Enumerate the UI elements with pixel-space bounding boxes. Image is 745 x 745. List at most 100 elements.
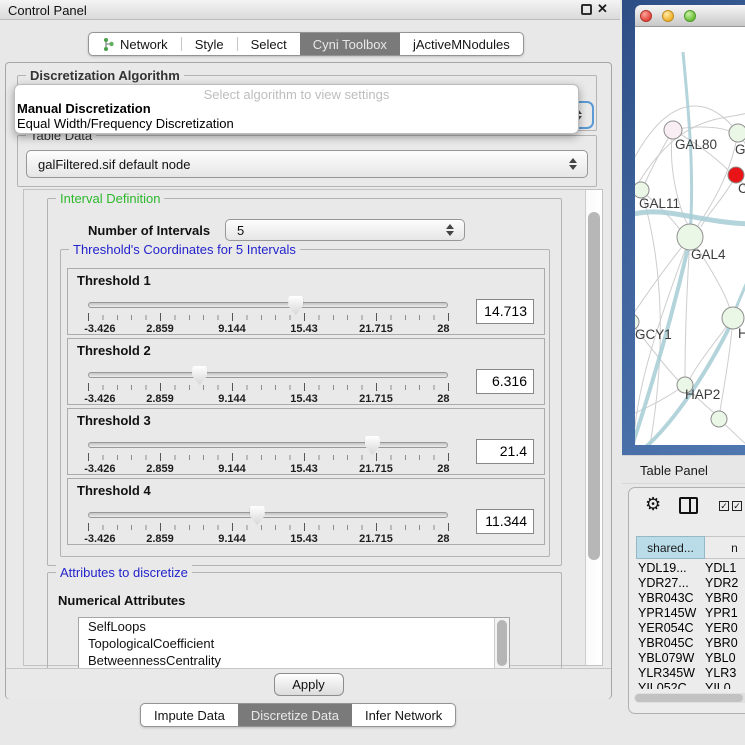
table-cell-shared-name[interactable]: YBR045C xyxy=(636,636,704,651)
threshold-slider[interactable]: -3.4262.8599.14415.4321.71528 xyxy=(88,505,448,545)
tab-impute-data[interactable]: Impute Data xyxy=(141,704,238,726)
thresholds-group-label: Threshold's Coordinates for 5 Intervals xyxy=(69,242,300,257)
slider-handle[interactable] xyxy=(365,436,380,455)
slider-tick-label: 9.144 xyxy=(218,323,246,335)
table-row[interactable]: YLR345WYLR3 xyxy=(636,666,745,681)
tab-jactivemnodules-label: jActiveMNodules xyxy=(413,37,510,52)
checkbox-icon[interactable]: ✓ xyxy=(732,501,742,511)
threshold-value-field[interactable]: 6.316 xyxy=(476,369,534,394)
slider-tick-label: 15.43 xyxy=(290,323,318,335)
slider-major-tick xyxy=(88,523,89,531)
mac-minimize-icon[interactable] xyxy=(662,10,674,22)
threshold-value-field[interactable]: 14.713 xyxy=(476,299,534,324)
tab-infer-network[interactable]: Infer Network xyxy=(352,704,455,726)
column-header-shared[interactable]: shared... xyxy=(636,536,705,559)
tab-jactivemnodules[interactable]: jActiveMNodules xyxy=(400,33,523,55)
table-row[interactable]: YIL052CYIL0 xyxy=(636,681,745,689)
slider-track[interactable] xyxy=(88,442,448,448)
table-cell-shared-name[interactable]: YDR27... xyxy=(636,576,704,591)
tab-select-label: Select xyxy=(251,37,287,52)
table-cell-name[interactable]: YDL1 xyxy=(704,561,745,576)
table-data-combo[interactable]: galFiltered.sif default node xyxy=(26,150,588,178)
mac-zoom-icon[interactable] xyxy=(684,10,696,22)
tab-style[interactable]: Style xyxy=(182,33,237,55)
table-row[interactable]: YBR045CYBR0 xyxy=(636,636,745,651)
slider-major-tick xyxy=(448,383,449,391)
tab-cyni-toolbox[interactable]: Cyni Toolbox xyxy=(300,33,400,55)
network-canvas[interactable]: GAL80GCGAL11GAL4GCY1HHAP2 xyxy=(635,27,745,445)
attribute-list-item[interactable]: SelfLoops xyxy=(79,618,509,635)
tab-select[interactable]: Select xyxy=(238,33,300,55)
tab-discretize-data[interactable]: Discretize Data xyxy=(238,704,352,726)
tab-impute-data-label: Impute Data xyxy=(154,708,225,723)
table-cell-name[interactable]: YLR3 xyxy=(704,666,745,681)
table-cell-shared-name[interactable]: YIL052C xyxy=(636,681,704,689)
numerical-attributes-list[interactable]: SelfLoopsTopologicalCoefficientBetweenne… xyxy=(78,617,510,669)
table-cell-shared-name[interactable]: YPR145W xyxy=(636,606,704,621)
threshold-value-field[interactable]: 21.4 xyxy=(476,439,534,464)
table-cell-name[interactable]: YPR1 xyxy=(704,606,745,621)
menu-item-equal-width-frequency[interactable]: Equal Width/Frequency Discretization xyxy=(15,116,578,131)
slider-major-tick xyxy=(160,383,161,391)
checkbox-icon[interactable]: ✓ xyxy=(719,501,729,511)
slider-handle[interactable] xyxy=(192,366,207,385)
threshold-slider[interactable]: -3.4262.8599.14415.4321.71528 xyxy=(88,295,448,335)
slider-handle[interactable] xyxy=(250,506,265,525)
slider-minor-ticks xyxy=(88,315,448,320)
list-scrollbar-thumb[interactable] xyxy=(497,620,507,666)
discretization-algorithm-label: Discretization Algorithm xyxy=(26,68,184,83)
slider-handle[interactable] xyxy=(288,296,303,315)
attribute-list-item[interactable]: TopologicalCoefficient xyxy=(79,635,509,652)
threshold-slider[interactable]: -3.4262.8599.14415.4321.71528 xyxy=(88,435,448,475)
table-row[interactable]: YBL079WYBL0 xyxy=(636,651,745,666)
table-cell-name[interactable]: YBL0 xyxy=(704,651,745,666)
table-row[interactable]: YPR145WYPR1 xyxy=(636,606,745,621)
table-row[interactable]: YBR043CYBR0 xyxy=(636,591,745,606)
apply-button[interactable]: Apply xyxy=(274,673,344,696)
table-cell-name[interactable]: YER0 xyxy=(704,621,745,636)
network-window-titlebar[interactable] xyxy=(635,5,745,27)
vertical-scrollbar-thumb[interactable] xyxy=(588,212,600,560)
slider-track[interactable] xyxy=(88,512,448,518)
mac-close-icon[interactable] xyxy=(640,10,652,22)
slider-tick-label: -3.426 xyxy=(84,393,115,405)
number-of-intervals-combo[interactable]: 5 xyxy=(225,219,465,241)
slider-track[interactable] xyxy=(88,372,448,378)
tab-cyni-toolbox-label: Cyni Toolbox xyxy=(313,37,387,52)
table-cell-name[interactable]: YBR0 xyxy=(704,636,745,651)
vertical-scrollbar[interactable] xyxy=(585,190,602,665)
gear-icon[interactable]: ⚙ xyxy=(645,495,661,513)
slider-minor-ticks xyxy=(88,385,448,390)
column-header-name[interactable]: n xyxy=(705,536,745,559)
slider-major-tick xyxy=(448,313,449,321)
table-cell-shared-name[interactable]: YDL19... xyxy=(636,561,704,576)
table-cell-shared-name[interactable]: YBL079W xyxy=(636,651,704,666)
slider-major-tick xyxy=(88,313,89,321)
bottom-right-node[interactable] xyxy=(711,411,727,427)
table-cell-shared-name[interactable]: YBR043C xyxy=(636,591,704,606)
table-cell-name[interactable]: YBR0 xyxy=(704,591,745,606)
attribute-list-item[interactable]: BetweennessCentrality xyxy=(79,652,509,669)
threshold-value-field[interactable]: 11.344 xyxy=(476,509,534,534)
slider-track[interactable] xyxy=(88,302,448,308)
float-window-icon[interactable] xyxy=(581,4,592,15)
columns-icon[interactable] xyxy=(679,497,698,514)
table-row[interactable]: YER054CYER0 xyxy=(636,621,745,636)
threshold-slider[interactable]: -3.4262.8599.14415.4321.71528 xyxy=(88,365,448,405)
tab-network[interactable]: Network xyxy=(89,33,181,55)
horizontal-scrollbar[interactable] xyxy=(634,693,745,703)
slider-major-tick xyxy=(448,453,449,461)
table-cell-shared-name[interactable]: YER054C xyxy=(636,621,704,636)
top-right-node[interactable] xyxy=(729,124,745,142)
table-cell-shared-name[interactable]: YLR345W xyxy=(636,666,704,681)
table-cell-name[interactable]: YIL0 xyxy=(704,681,745,689)
table-row[interactable]: YDR27...YDR2 xyxy=(636,576,745,591)
menu-item-manual-discretization[interactable]: Manual Discretization xyxy=(15,101,578,116)
tab-infer-network-label: Infer Network xyxy=(365,708,442,723)
horizontal-scrollbar-thumb[interactable] xyxy=(635,694,743,702)
table-row[interactable]: YDL19...YDL1 xyxy=(636,561,745,576)
close-icon[interactable]: ✕ xyxy=(597,1,608,17)
table-cell-name[interactable]: YDR2 xyxy=(704,576,745,591)
list-scrollbar[interactable] xyxy=(494,618,509,668)
control-panel-titlebar[interactable]: Control Panel ✕ xyxy=(0,0,620,20)
